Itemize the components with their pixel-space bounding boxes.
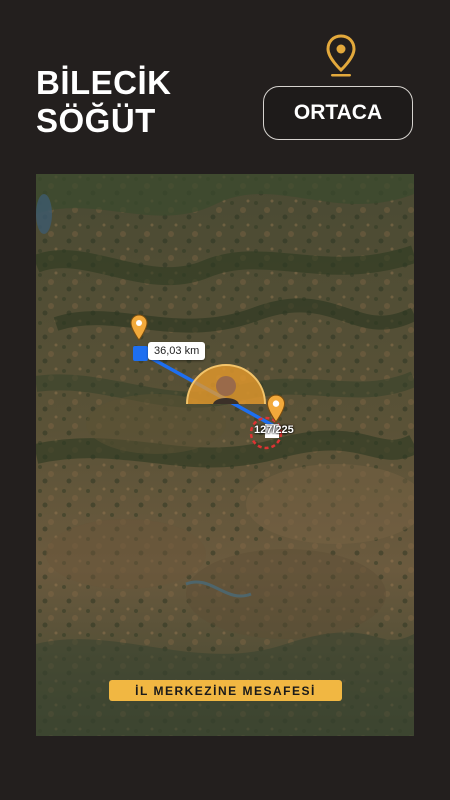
location-pin-icon — [130, 314, 148, 341]
level-button[interactable]: ORTACA — [263, 86, 413, 140]
origin-marker — [133, 346, 148, 361]
distance-label: 36,03 km — [148, 342, 206, 360]
distance-banner: İL MERKEZİNE MESAFESİ — [109, 680, 342, 701]
location-title: BİLECİK SÖĞÜT — [36, 64, 172, 140]
progress-counter: 127/225 — [254, 424, 294, 436]
district-name: SÖĞÜT — [36, 102, 156, 139]
avatar-fan — [186, 364, 266, 405]
route-line — [139, 350, 283, 450]
city-name: BİLECİK — [36, 64, 172, 101]
satellite-map[interactable] — [36, 174, 414, 736]
location-pin-icon — [326, 34, 356, 77]
location-pin-icon — [266, 394, 286, 423]
